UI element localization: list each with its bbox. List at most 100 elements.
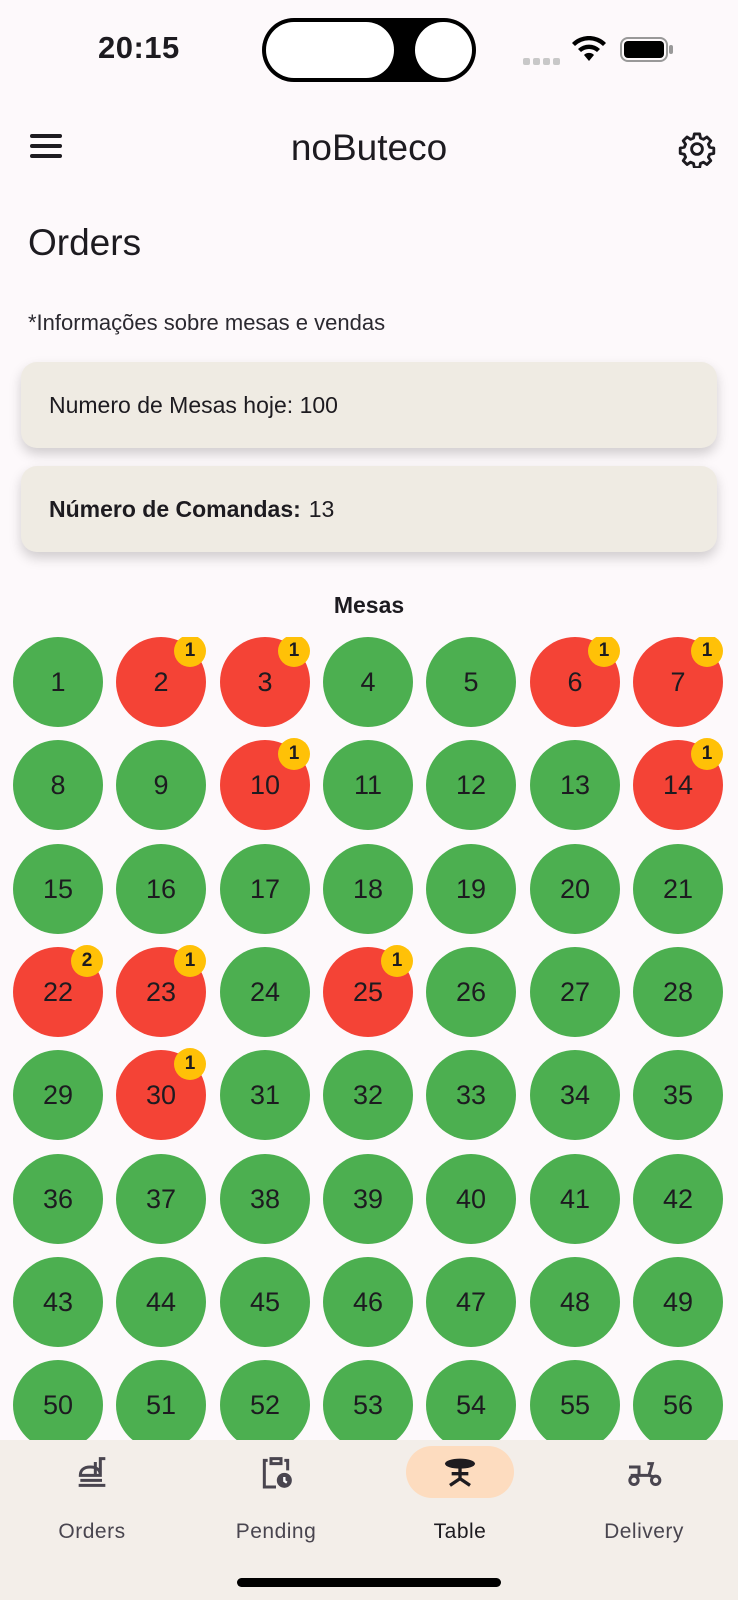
table-number: 40: [455, 1183, 487, 1214]
table-button[interactable]: 53: [323, 1360, 413, 1440]
table-button[interactable]: 31: [220, 1050, 310, 1140]
order-count-badge: 2: [71, 945, 103, 977]
table-button[interactable]: 42: [633, 1154, 723, 1244]
table-button[interactable]: 10 1: [220, 738, 310, 830]
table-button[interactable]: 45: [220, 1257, 310, 1347]
table-button[interactable]: 14 1: [633, 738, 723, 830]
table-button[interactable]: 25 1: [323, 945, 413, 1037]
table-button[interactable]: 29: [13, 1050, 103, 1140]
table-number: 52: [249, 1389, 281, 1420]
nav-item-orders[interactable]: Orders: [0, 1440, 184, 1560]
table-button[interactable]: 8: [13, 740, 103, 830]
table-number: 21: [662, 873, 694, 904]
table-button[interactable]: 43: [13, 1257, 103, 1347]
table-button[interactable]: 22 2: [13, 945, 103, 1037]
table-button[interactable]: 46: [323, 1257, 413, 1347]
table-button[interactable]: 52: [220, 1360, 310, 1440]
status-time: 20:15: [98, 30, 180, 65]
table-button[interactable]: 37: [116, 1154, 206, 1244]
table-button[interactable]: 32: [323, 1050, 413, 1140]
table-button[interactable]: 54: [426, 1360, 516, 1440]
table-number: 55: [559, 1389, 591, 1420]
nav-item-pending[interactable]: Pending: [184, 1440, 368, 1560]
table-button[interactable]: 12: [426, 740, 516, 830]
table-number: 30: [145, 1079, 177, 1110]
table-number: 5: [463, 666, 479, 697]
page-title: Orders: [28, 222, 142, 263]
table-button[interactable]: 27: [530, 947, 620, 1037]
table-button[interactable]: 1: [13, 637, 103, 727]
table-number: 13: [559, 769, 591, 800]
table-button[interactable]: 44: [116, 1257, 206, 1347]
table-button[interactable]: 21: [633, 844, 723, 934]
table-button[interactable]: 4: [323, 637, 413, 727]
table-button[interactable]: 20: [530, 844, 620, 934]
table-button[interactable]: 23 1: [116, 945, 206, 1037]
nav-label-table: Table: [433, 1520, 487, 1543]
table-number: 24: [249, 976, 281, 1007]
table-button[interactable]: 13: [530, 740, 620, 830]
table-number: 22: [42, 976, 74, 1007]
table-button[interactable]: 71: [633, 637, 723, 727]
table-button[interactable]: 21: [116, 637, 206, 727]
table-button[interactable]: 51: [116, 1360, 206, 1440]
table-button[interactable]: 55: [530, 1360, 620, 1440]
orders-count-label: Número de Comandas:: [49, 495, 301, 522]
table-number: 20: [559, 873, 591, 904]
table-button[interactable]: 9: [116, 740, 206, 830]
table-button[interactable]: 26: [426, 947, 516, 1037]
table-number: 23: [145, 976, 177, 1007]
table-button[interactable]: 47: [426, 1257, 516, 1347]
table-number: 38: [249, 1183, 281, 1214]
table-button[interactable]: 34: [530, 1050, 620, 1140]
table-button[interactable]: 18: [323, 844, 413, 934]
table-button[interactable]: 41: [530, 1154, 620, 1244]
table-button[interactable]: 30 1: [116, 1048, 206, 1140]
table-button[interactable]: 36: [13, 1154, 103, 1244]
table-number: 17: [249, 873, 281, 904]
order-count-badge: 1: [588, 637, 620, 667]
page-subtitle: *Informações sobre mesas e vendas: [28, 310, 386, 335]
table-button[interactable]: 49: [633, 1257, 723, 1347]
table-button[interactable]: 50: [13, 1360, 103, 1440]
settings-icon[interactable]: [678, 130, 716, 168]
table-button[interactable]: 19: [426, 844, 516, 934]
table-number: 27: [559, 976, 591, 1007]
table-number: 41: [559, 1183, 591, 1214]
table-button[interactable]: 35: [633, 1050, 723, 1140]
table-button[interactable]: 31: [220, 637, 310, 727]
table-number: 4: [360, 666, 376, 697]
table-button[interactable]: 5: [426, 637, 516, 727]
table-button[interactable]: 38: [220, 1154, 310, 1244]
table-number: 2: [153, 666, 169, 697]
table-button[interactable]: 56: [633, 1360, 723, 1440]
table-button[interactable]: 24: [220, 947, 310, 1037]
app-bar: noButeco: [0, 110, 738, 190]
table-number: 47: [455, 1286, 487, 1317]
table-button[interactable]: 16: [116, 844, 206, 934]
table-button[interactable]: 40: [426, 1154, 516, 1244]
table-number: 43: [42, 1286, 74, 1317]
table-button[interactable]: 48: [530, 1257, 620, 1347]
table-button[interactable]: 28: [633, 947, 723, 1037]
table-number: 26: [455, 976, 487, 1007]
table-number: 49: [662, 1286, 694, 1317]
order-count-badge: 1: [278, 738, 310, 770]
table-button[interactable]: 39: [323, 1154, 413, 1244]
table-button[interactable]: 11: [323, 740, 413, 830]
table-button[interactable]: 61: [530, 637, 620, 727]
table-button[interactable]: 17: [220, 844, 310, 934]
table-number: 44: [145, 1286, 177, 1317]
order-count-badge: 1: [174, 945, 206, 977]
table-number: 32: [352, 1079, 384, 1110]
nav-label-pending: Pending: [235, 1520, 317, 1543]
order-count-badge: 1: [691, 738, 723, 770]
table-button[interactable]: 15: [13, 844, 103, 934]
table-number: 14: [662, 769, 694, 800]
table-number: 37: [145, 1183, 177, 1214]
table-button[interactable]: 33: [426, 1050, 516, 1140]
nav-item-delivery[interactable]: Delivery: [552, 1440, 736, 1560]
table-restaurant-icon: [445, 1458, 475, 1487]
table-number: 15: [42, 873, 74, 904]
nav-item-table[interactable]: Table: [368, 1440, 552, 1560]
